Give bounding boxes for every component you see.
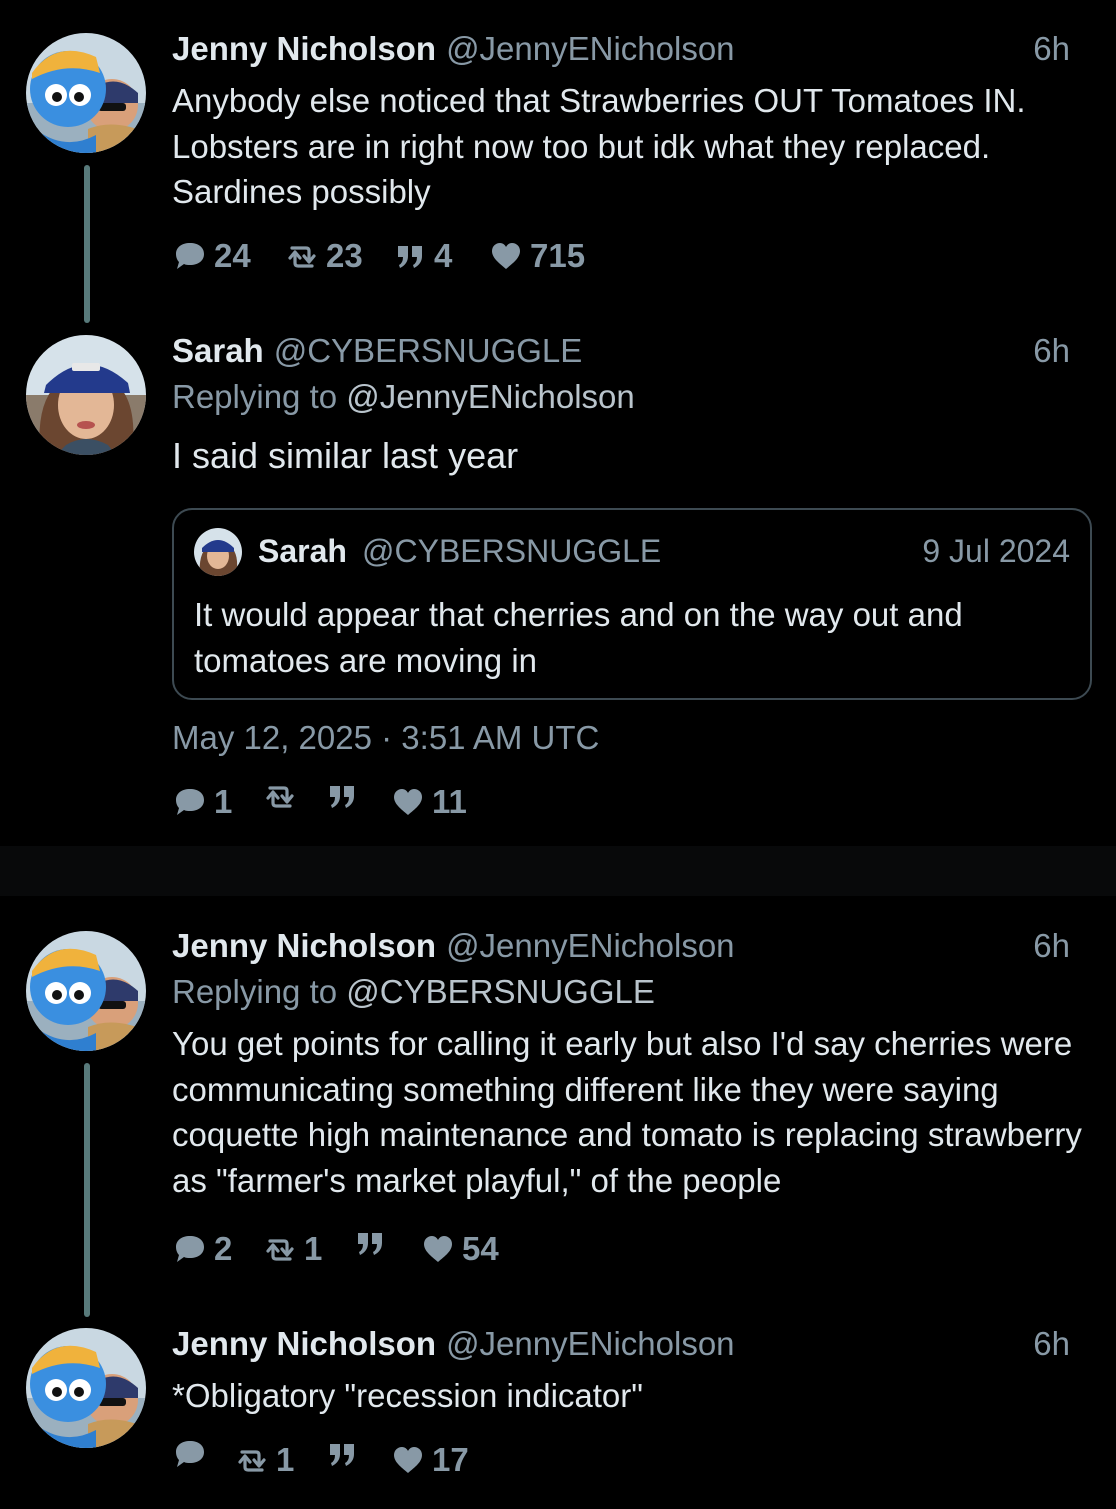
replying-to: Replying to @CYBERSNUGGLE <box>172 971 1070 1013</box>
timeline: Jenny Nicholson @JennyENicholson 6h Anybo… <box>0 0 1116 1509</box>
tweet-text: I said similar last year <box>172 435 519 476</box>
quote-icon <box>398 246 422 268</box>
quote-button[interactable]: 4 <box>394 234 452 278</box>
quote-button[interactable] <box>326 780 366 812</box>
tweet-time[interactable]: 6h <box>1033 1323 1070 1365</box>
tweet-stats: 2 1 54 <box>172 1227 1070 1271</box>
replying-to-mention[interactable]: @JennyENicholson <box>346 378 634 415</box>
author-name[interactable]: Jenny Nicholson <box>172 1325 436 1362</box>
reply-count: 24 <box>214 237 251 274</box>
reply-button[interactable] <box>172 1438 214 1470</box>
author-name[interactable]: Jenny Nicholson <box>172 30 436 67</box>
quoted-tweet-header: Sarah @CYBERSNUGGLE 9 Jul 2024 <box>194 528 1070 576</box>
reply-button[interactable]: 2 <box>172 1227 232 1271</box>
author-handle[interactable]: @JennyENicholson <box>446 30 734 67</box>
replying-to-label: Replying to <box>172 973 338 1010</box>
tweet-time[interactable]: 6h <box>1033 28 1070 70</box>
quoted-author-handle[interactable]: @CYBERSNUGGLE <box>362 528 661 574</box>
tweet-time[interactable]: 6h <box>1033 330 1070 372</box>
like-button[interactable]: 17 <box>390 1438 469 1482</box>
replying-to-mention[interactable]: @CYBERSNUGGLE <box>346 973 655 1010</box>
avatar[interactable] <box>26 1328 146 1448</box>
avatar[interactable] <box>26 931 146 1051</box>
quoted-text: It would appear that cherries and on the… <box>194 596 963 679</box>
retweet-count: 23 <box>326 237 363 274</box>
retweet-button[interactable]: 1 <box>262 1227 322 1271</box>
replying-to-label: Replying to <box>172 378 338 415</box>
tweet-text: You get points for calling it early but … <box>172 1025 1082 1199</box>
quote-icon <box>358 1233 382 1255</box>
retweet-button[interactable] <box>262 780 304 812</box>
comment-icon <box>176 1441 204 1467</box>
heart-icon <box>394 789 422 815</box>
tweet-time[interactable]: 6h <box>1033 925 1070 967</box>
retweet-button[interactable]: 1 <box>234 1438 294 1482</box>
author-handle[interactable]: @JennyENicholson <box>446 1325 734 1362</box>
quoted-avatar <box>194 528 242 576</box>
quote-button[interactable] <box>326 1438 366 1470</box>
reply-button[interactable]: 1 <box>172 780 232 824</box>
quoted-author-name[interactable]: Sarah <box>258 528 347 574</box>
reply-count: 2 <box>214 1230 233 1267</box>
heart-icon <box>492 243 520 269</box>
retweet-icon <box>288 246 316 268</box>
comment-icon <box>176 1236 204 1262</box>
quote-icon <box>330 786 354 808</box>
thread-line <box>84 165 90 323</box>
author-name[interactable]: Jenny Nicholson <box>172 927 436 964</box>
thread-line <box>84 1063 90 1317</box>
author-handle[interactable]: @CYBERSNUGGLE <box>274 332 583 369</box>
tweet-header: Jenny Nicholson @JennyENicholson 6h <box>172 28 1070 70</box>
retweet-icon <box>266 786 294 808</box>
heart-icon <box>394 1447 422 1473</box>
tweet-timestamp[interactable]: May 12, 2025 · 3:51 AM UTC <box>172 717 599 759</box>
thread-divider <box>0 846 1116 896</box>
quote-button[interactable] <box>354 1227 394 1259</box>
heart-icon <box>424 1236 452 1262</box>
quoted-tweet[interactable]: Sarah @CYBERSNUGGLE 9 Jul 2024 It would … <box>172 508 1092 700</box>
retweet-icon <box>238 1450 266 1472</box>
comment-icon <box>176 243 204 269</box>
reply-count: 1 <box>214 783 233 820</box>
replying-to: Replying to @JennyENicholson <box>172 376 1070 418</box>
like-button[interactable]: 11 <box>390 780 467 824</box>
tweet-text: *Obligatory "recession indicator" <box>172 1377 643 1414</box>
quote-count: 4 <box>434 237 453 274</box>
retweet-count: 1 <box>304 1230 323 1267</box>
retweet-count: 1 <box>276 1441 295 1478</box>
like-button[interactable]: 54 <box>420 1227 499 1271</box>
tweet-header: Jenny Nicholson @JennyENicholson 6h <box>172 925 1070 967</box>
comment-icon <box>176 789 204 815</box>
like-count: 11 <box>432 783 467 820</box>
retweet-icon <box>266 1239 294 1261</box>
reply-button[interactable]: 24 <box>172 234 251 278</box>
avatar[interactable] <box>26 33 146 153</box>
like-count: 715 <box>530 237 586 274</box>
tweet-stats: 1 17 <box>172 1438 1070 1482</box>
author-handle[interactable]: @JennyENicholson <box>446 927 734 964</box>
like-button[interactable]: 715 <box>488 234 585 278</box>
quoted-date[interactable]: 9 Jul 2024 <box>922 528 1070 574</box>
tweet-text: Anybody else noticed that Strawberries O… <box>172 82 1026 210</box>
tweet-stats: 1 11 <box>172 780 1070 824</box>
quote-icon <box>330 1444 354 1466</box>
like-count: 54 <box>462 1230 499 1267</box>
avatar[interactable] <box>26 335 146 455</box>
tweet-stats: 24 23 4 715 <box>172 234 1070 278</box>
author-name[interactable]: Sarah <box>172 332 264 369</box>
tweet-header: Jenny Nicholson @JennyENicholson 6h <box>172 1323 1070 1365</box>
tweet-header: Sarah @CYBERSNUGGLE 6h <box>172 330 1070 372</box>
retweet-button[interactable]: 23 <box>284 234 363 278</box>
like-count: 17 <box>432 1441 469 1478</box>
